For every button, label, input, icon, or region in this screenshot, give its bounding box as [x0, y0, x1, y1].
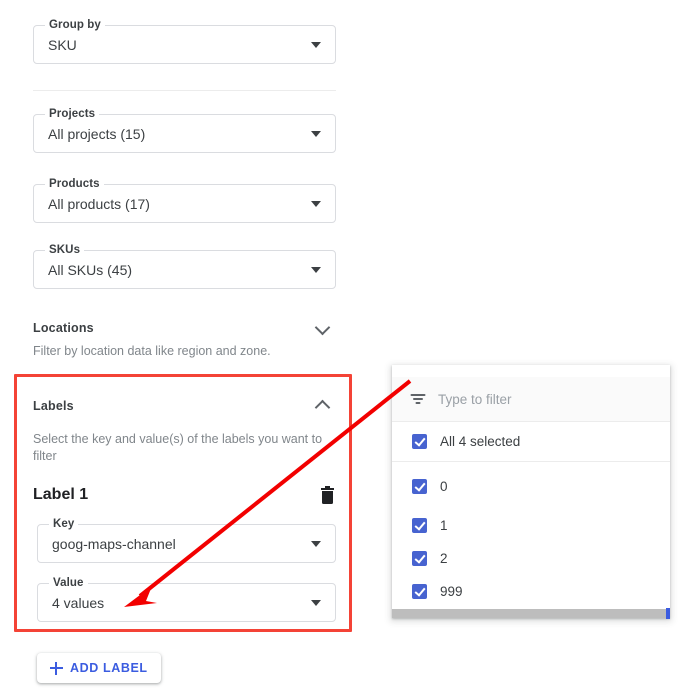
checkbox-checked-icon[interactable]: [412, 518, 427, 533]
clipped-row-fragment: · ·: [406, 365, 417, 369]
label-1-heading: Label 1: [33, 486, 88, 504]
caret-down-icon[interactable]: [311, 42, 321, 48]
option-label: 2: [440, 551, 448, 566]
products-legend: Products: [45, 178, 104, 191]
group-by-legend: Group by: [45, 19, 105, 32]
label-key-value: goog-maps-channel: [52, 536, 176, 552]
skus-field[interactable]: SKUs All SKUs (45): [33, 250, 336, 289]
checkbox-checked-icon[interactable]: [412, 479, 427, 494]
clipped-row-above: · ·: [392, 365, 670, 377]
list-item[interactable]: 999: [392, 575, 670, 607]
labels-description: Select the key and value(s) of the label…: [33, 431, 333, 465]
label-key-legend: Key: [49, 518, 78, 531]
label-value-legend: Value: [49, 577, 88, 590]
filter-input-row[interactable]: Type to filter: [392, 377, 670, 422]
caret-down-icon[interactable]: [311, 267, 321, 273]
chevron-down-icon[interactable]: [316, 319, 331, 334]
chevron-up-icon[interactable]: [316, 396, 331, 411]
locations-description: Filter by location data like region and …: [33, 343, 333, 360]
caret-down-icon[interactable]: [311, 600, 321, 606]
select-all-row[interactable]: All 4 selected: [392, 422, 670, 462]
skus-legend: SKUs: [45, 244, 84, 257]
projects-legend: Projects: [45, 108, 99, 121]
labels-title: Labels: [33, 399, 74, 413]
add-label-button-text: ADD LABEL: [70, 661, 148, 675]
option-label: 1: [440, 518, 448, 533]
screenshot-root: Group by SKU Projects All projects (15) …: [0, 0, 687, 696]
projects-field[interactable]: Projects All projects (15): [33, 114, 336, 153]
checkbox-checked-icon[interactable]: [412, 584, 427, 599]
section-divider: [33, 90, 336, 91]
scrollbar-end-marker: [666, 608, 670, 619]
filter-list-icon: [409, 392, 426, 406]
scrollbar-thumb[interactable]: [392, 609, 666, 618]
checkbox-checked-icon[interactable]: [412, 434, 427, 449]
add-label-button[interactable]: ADD LABEL: [37, 653, 161, 683]
group-by-field[interactable]: Group by SKU: [33, 25, 336, 64]
projects-value: All projects (15): [48, 126, 145, 142]
label-value-value: 4 values: [52, 595, 104, 611]
locations-title: Locations: [33, 321, 94, 335]
list-item[interactable]: 2: [392, 542, 670, 574]
select-all-label: All 4 selected: [440, 434, 520, 449]
horizontal-scrollbar[interactable]: [392, 609, 670, 618]
products-value: All products (17): [48, 196, 150, 212]
products-field[interactable]: Products All products (17): [33, 184, 336, 223]
caret-down-icon[interactable]: [311, 201, 321, 207]
list-item[interactable]: 0: [392, 470, 670, 502]
checkbox-checked-icon[interactable]: [412, 551, 427, 566]
caret-down-icon[interactable]: [311, 131, 321, 137]
skus-value: All SKUs (45): [48, 262, 132, 278]
filter-input-placeholder: Type to filter: [438, 392, 512, 407]
list-item[interactable]: 1: [392, 509, 670, 541]
trash-icon[interactable]: [320, 488, 335, 506]
label-key-field[interactable]: Key goog-maps-channel: [37, 524, 336, 563]
label-value-field[interactable]: Value 4 values: [37, 583, 336, 622]
group-by-value: SKU: [48, 37, 77, 53]
option-label: 999: [440, 584, 463, 599]
option-label: 0: [440, 479, 448, 494]
plus-icon: [50, 662, 63, 675]
value-dropdown-panel: · · Type to filter All 4 selected 0 1: [392, 365, 670, 618]
caret-down-icon[interactable]: [311, 541, 321, 547]
